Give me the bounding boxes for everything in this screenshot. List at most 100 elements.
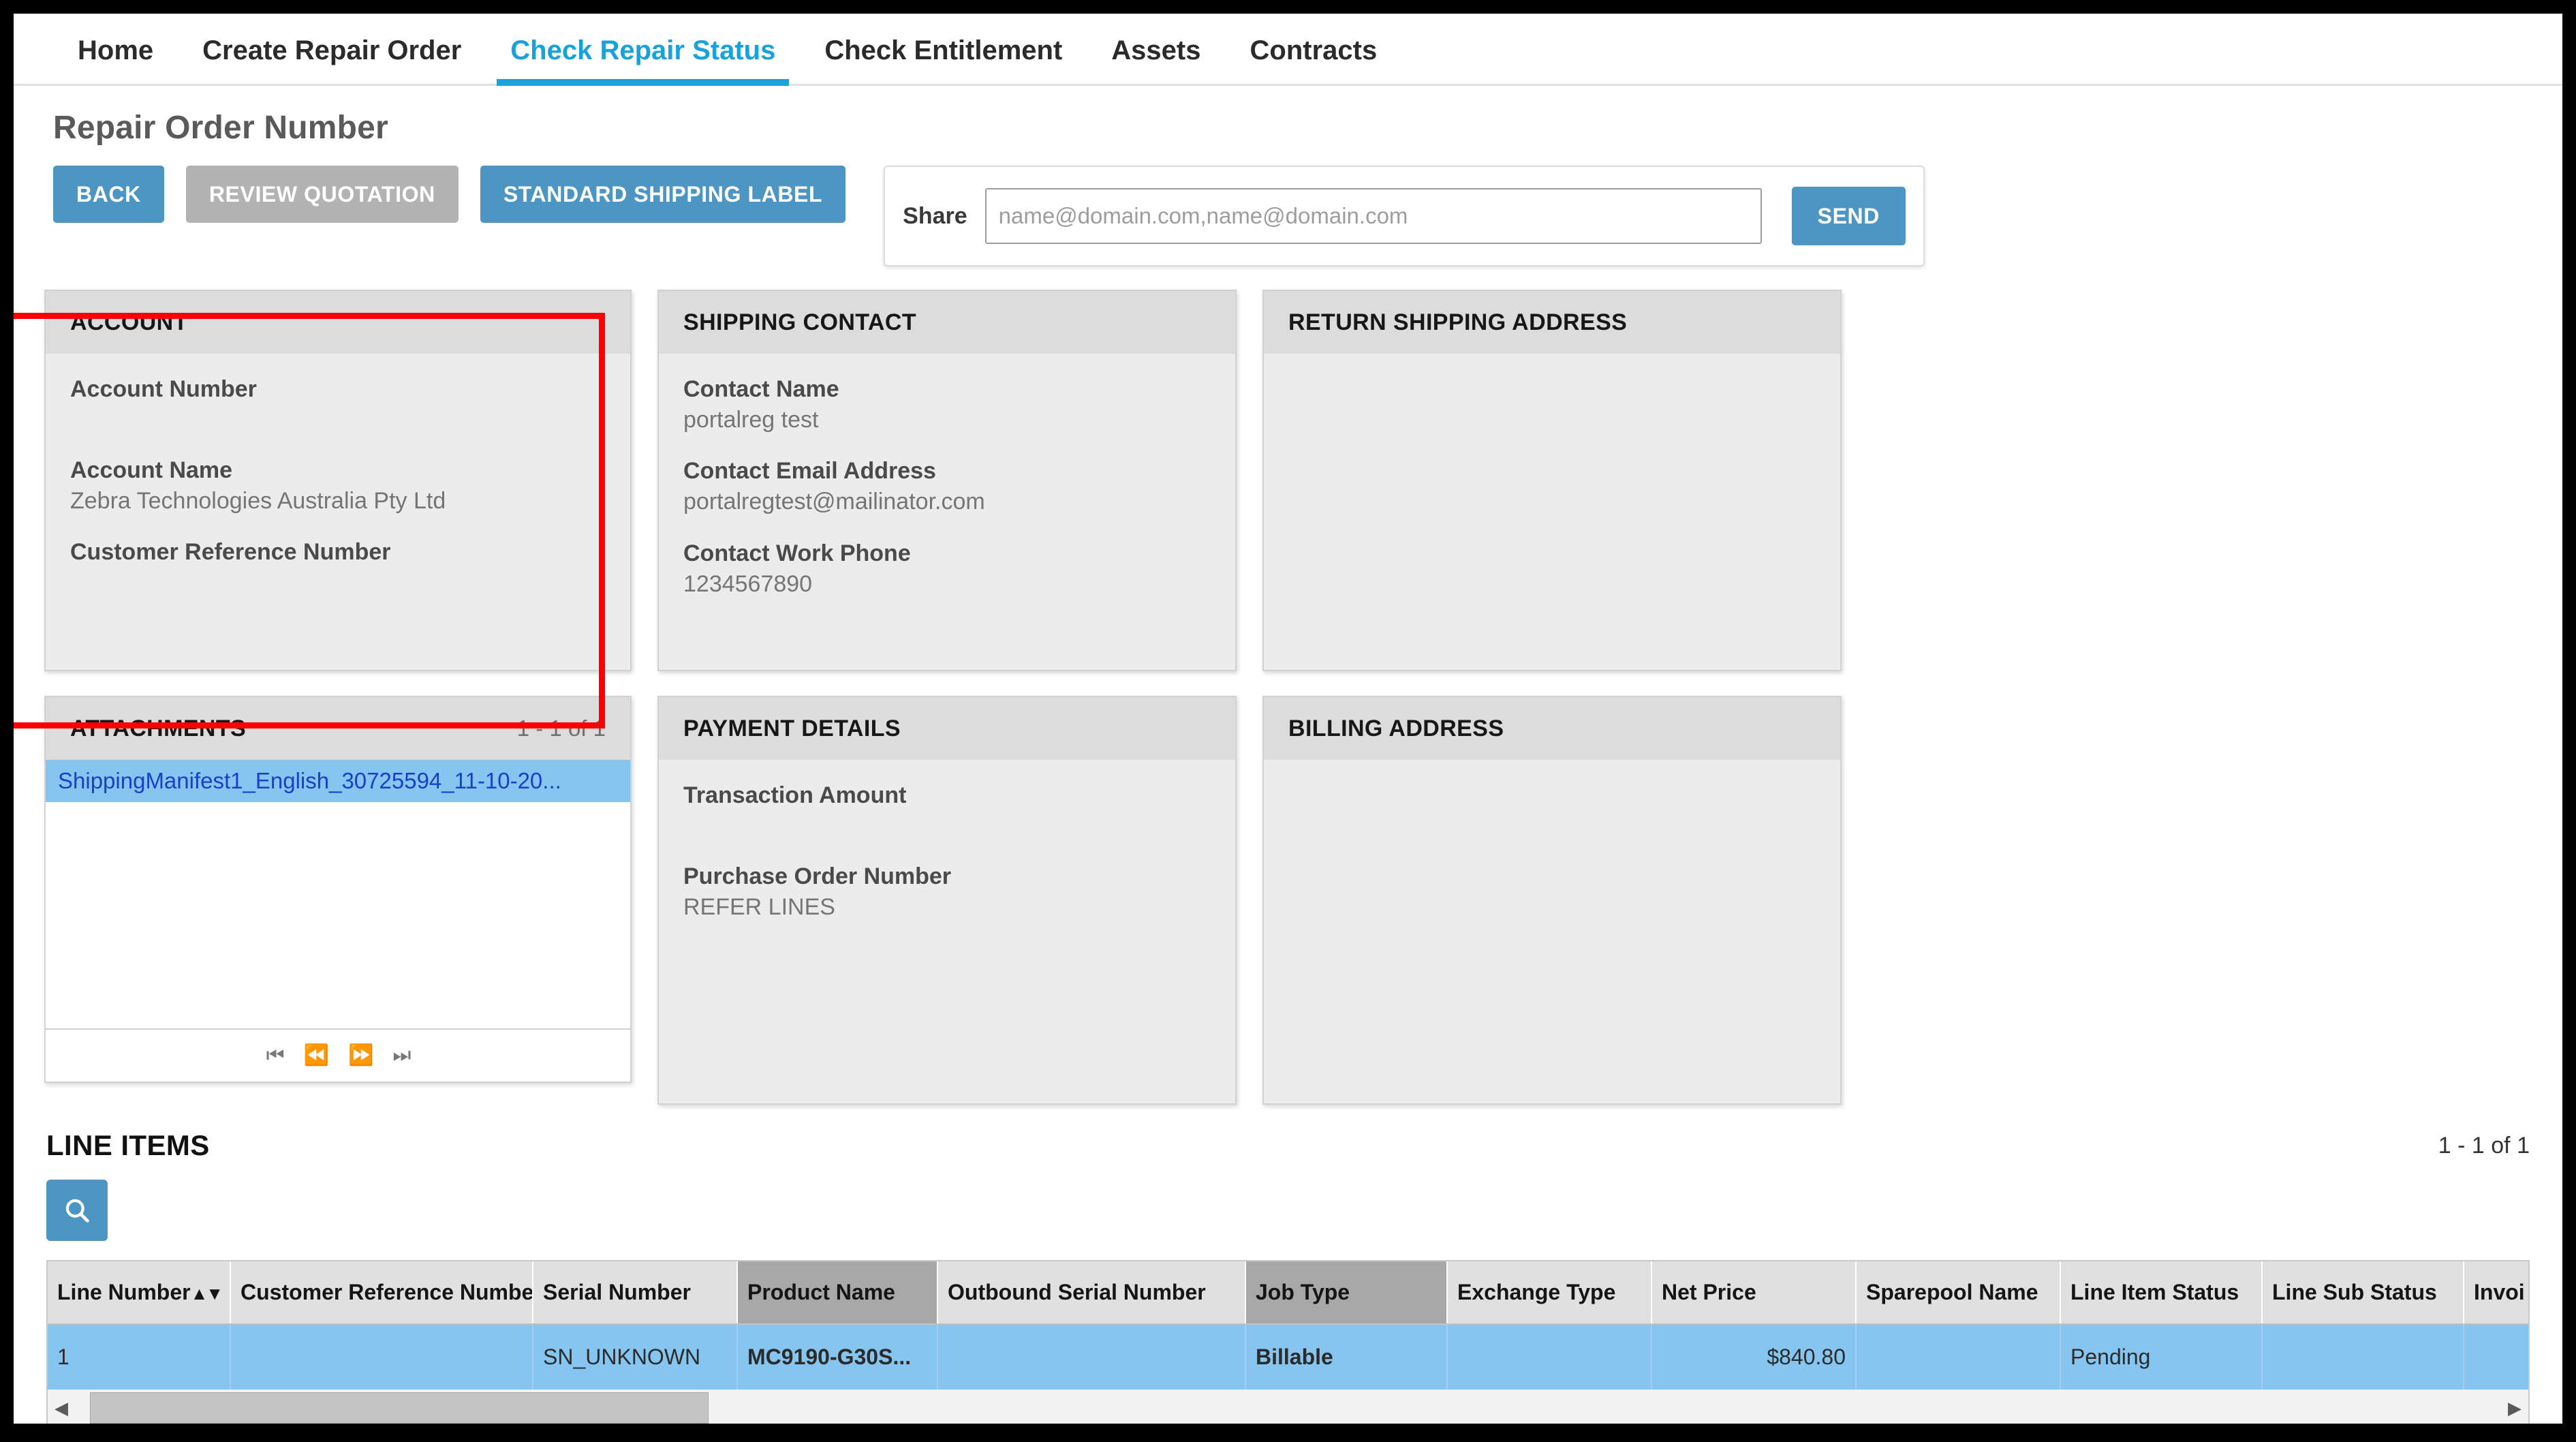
billing-address-panel-body	[1264, 760, 1840, 780]
attachments-pager: ⏮ ⏪ ⏩ ⏭	[46, 1028, 630, 1082]
main-navigation: Home Create Repair Order Check Repair St…	[14, 14, 2562, 86]
column-header-line-number[interactable]: Line Number▲▼	[48, 1261, 231, 1325]
line-items-record-count: 1 - 1 of 1	[2438, 1132, 2530, 1159]
cell-line-sub-status	[2262, 1324, 2464, 1390]
field-value: portalreg test	[683, 406, 819, 433]
scrollbar-thumb[interactable]	[90, 1392, 709, 1424]
previous-page-icon[interactable]: ⏪	[304, 1045, 329, 1066]
share-panel: Share SEND	[884, 166, 1925, 266]
account-panel: ACCOUNT Account Number Account Name Zebr…	[44, 290, 632, 671]
send-button[interactable]: SEND	[1791, 187, 1906, 245]
cell-job-type: Billable	[1245, 1324, 1448, 1390]
field-label: Account Name	[70, 457, 233, 483]
detail-panels: ACCOUNT Account Number Account Name Zebr…	[14, 290, 2562, 1105]
column-header-serial-number[interactable]: Serial Number	[533, 1261, 738, 1325]
standard-shipping-label-button[interactable]: STANDARD SHIPPING LABEL	[480, 166, 846, 223]
attachment-list-item[interactable]: ShippingManifest1_English_30725594_11-10…	[46, 760, 630, 802]
field-contact-email-address: Contact Email Address portalregtest@mail…	[683, 456, 1211, 517]
page-title: Repair Order Number	[53, 110, 388, 146]
share-email-input[interactable]	[984, 188, 1762, 244]
column-header-product-name[interactable]: Product Name	[737, 1261, 938, 1325]
field-label: Account Number	[70, 376, 257, 402]
nav-tab-label: Contracts	[1250, 35, 1378, 65]
cell-line-item-status: Pending	[2060, 1324, 2263, 1390]
column-header-outbound-serial-number[interactable]: Outbound Serial Number	[937, 1261, 1246, 1325]
first-page-icon[interactable]: ⏮	[266, 1045, 285, 1066]
shipping-contact-panel-title: SHIPPING CONTACT	[683, 309, 917, 335]
scroll-left-arrow-icon[interactable]: ◀	[48, 1398, 75, 1419]
column-header-job-type[interactable]: Job Type	[1245, 1261, 1448, 1325]
account-panel-title: ACCOUNT	[70, 309, 188, 335]
field-label: Customer Reference Number	[70, 539, 391, 566]
cell-line-number: 1	[48, 1324, 231, 1390]
cell-exchange-type	[1447, 1324, 1652, 1390]
nav-tab-create-repair-order[interactable]: Create Repair Order	[178, 35, 486, 84]
last-page-icon[interactable]: ⏭	[392, 1045, 411, 1066]
field-label: Contact Work Phone	[683, 540, 911, 566]
nav-tab-home[interactable]: Home	[53, 35, 178, 84]
field-contact-work-phone: Contact Work Phone 1234567890	[683, 538, 1211, 600]
cell-serial-number: SN_UNKNOWN	[533, 1324, 738, 1390]
account-panel-header: ACCOUNT	[46, 291, 630, 354]
cell-invoice	[2464, 1324, 2528, 1390]
nav-tab-label: Create Repair Order	[202, 35, 462, 65]
shipping-contact-panel-header: SHIPPING CONTACT	[659, 291, 1235, 354]
attachments-panel-title: ATTACHMENTS	[70, 715, 247, 741]
nav-tab-check-repair-status[interactable]: Check Repair Status	[486, 35, 800, 86]
column-header-customer-reference-number[interactable]: Customer Reference Number	[230, 1261, 533, 1325]
return-shipping-address-panel: RETURN SHIPPING ADDRESS	[1262, 290, 1842, 671]
attachments-record-count: 1 - 1 of 1	[516, 716, 606, 741]
line-items-header: LINE ITEMS 1 - 1 of 1	[46, 1129, 2530, 1162]
payment-details-panel-body: Transaction Amount Purchase Order Number…	[659, 760, 1235, 923]
scrollbar-track[interactable]	[75, 1390, 2501, 1424]
line-items-horizontal-scrollbar[interactable]: ◀ ▶	[46, 1390, 2530, 1424]
field-label: Contact Name	[683, 376, 839, 402]
next-page-icon[interactable]: ⏩	[348, 1045, 373, 1066]
nav-tab-contracts[interactable]: Contracts	[1226, 35, 1402, 84]
field-contact-name: Contact Name portalreg test	[683, 374, 1211, 435]
nav-tab-label: Check Entitlement	[824, 35, 1063, 65]
nav-tab-label: Assets	[1111, 35, 1201, 65]
field-transaction-amount: Transaction Amount	[683, 780, 1211, 811]
action-toolbar: BACK REVIEW QUOTATION STANDARD SHIPPING …	[14, 147, 2562, 266]
column-header-exchange-type[interactable]: Exchange Type	[1447, 1261, 1652, 1325]
return-shipping-address-panel-body	[1264, 354, 1840, 374]
panel-row-top: ACCOUNT Account Number Account Name Zebr…	[44, 290, 2562, 671]
nav-tab-label: Check Repair Status	[510, 35, 776, 65]
field-label: Purchase Order Number	[683, 863, 952, 889]
attachments-panel-header: ATTACHMENTS 1 - 1 of 1	[46, 697, 630, 760]
cell-product-name: MC9190-G30S...	[737, 1324, 938, 1390]
line-items-table-container: Line Number▲▼ Customer Reference Number …	[46, 1260, 2530, 1390]
payment-details-panel-header: PAYMENT DETAILS	[659, 697, 1235, 760]
field-account-name: Account Name Zebra Technologies Australi…	[70, 455, 606, 517]
line-items-search-button[interactable]	[46, 1180, 108, 1241]
return-shipping-address-panel-header: RETURN SHIPPING ADDRESS	[1264, 291, 1840, 354]
account-panel-body: Account Number Account Name Zebra Techno…	[46, 354, 630, 568]
field-value: Zebra Technologies Australia Pty Ltd	[70, 487, 446, 514]
attachments-panel: ATTACHMENTS 1 - 1 of 1 ShippingManifest1…	[44, 696, 632, 1083]
review-quotation-button[interactable]: REVIEW QUOTATION	[185, 166, 459, 223]
back-button[interactable]: BACK	[53, 166, 164, 223]
scroll-right-arrow-icon[interactable]: ▶	[2501, 1398, 2528, 1419]
column-header-line-sub-status[interactable]: Line Sub Status	[2262, 1261, 2464, 1325]
column-header-line-item-status[interactable]: Line Item Status	[2060, 1261, 2263, 1325]
field-label: Transaction Amount	[683, 782, 907, 808]
table-header-row: Line Number▲▼ Customer Reference Number …	[48, 1261, 2528, 1325]
cell-sparepool-name	[1856, 1324, 2061, 1390]
column-header-invoice[interactable]: Invoi	[2464, 1261, 2528, 1325]
column-header-net-price[interactable]: Net Price	[1651, 1261, 1857, 1325]
nav-tab-assets[interactable]: Assets	[1087, 35, 1225, 84]
table-row[interactable]: 1 SN_UNKNOWN MC9190-G30S... Billable $84…	[48, 1324, 2528, 1390]
cell-customer-reference-number	[230, 1324, 533, 1390]
search-icon	[65, 1199, 89, 1223]
nav-tab-check-entitlement[interactable]: Check Entitlement	[800, 35, 1087, 84]
column-header-sparepool-name[interactable]: Sparepool Name	[1856, 1261, 2061, 1325]
billing-address-panel-header: BILLING ADDRESS	[1264, 697, 1840, 760]
payment-details-panel: PAYMENT DETAILS Transaction Amount Purch…	[657, 696, 1237, 1105]
sort-arrows-icon[interactable]: ▲▼	[191, 1283, 224, 1304]
field-account-number: Account Number	[70, 374, 606, 405]
shipping-contact-panel-body: Contact Name portalreg test Contact Emai…	[659, 354, 1235, 600]
shipping-contact-panel: SHIPPING CONTACT Contact Name portalreg …	[657, 290, 1237, 671]
